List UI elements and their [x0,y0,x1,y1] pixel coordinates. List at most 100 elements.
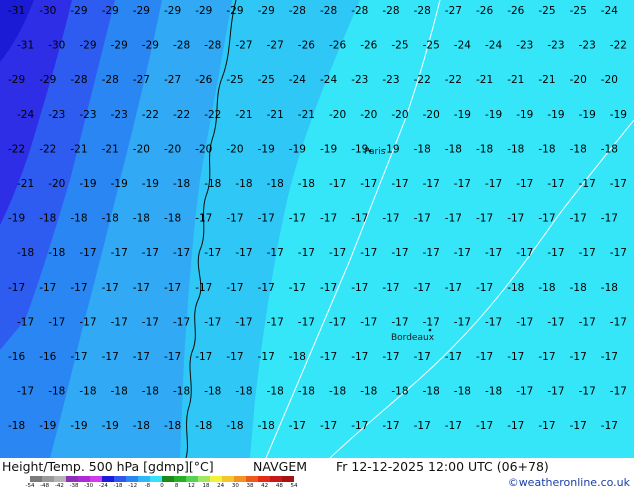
temperature-label: -17 [485,316,502,328]
temperature-label: -20 [195,143,212,155]
temperature-label: -20 [601,74,618,86]
temperature-label: -19 [39,420,56,432]
temperature-label: -31 [8,5,25,17]
temperature-label: -18 [267,386,284,398]
colorbar-tick-label: -38 [69,483,79,489]
temperature-label: -17 [382,351,399,363]
temperature-label: -17 [351,351,368,363]
temperature-label: -29 [79,40,96,52]
temperature-label: -17 [414,351,431,363]
temperature-label: -17 [476,351,493,363]
temperature-label: -18 [173,178,190,190]
temperature-label: -18 [226,420,243,432]
temperature-label: -21 [235,109,252,121]
temperature-label: -29 [111,40,128,52]
colorbar-swatch [174,476,186,482]
temperature-label: -17 [547,316,564,328]
temperature-label: -29 [142,40,159,52]
temperature-label: -17 [507,420,524,432]
temperature-label: -17 [39,282,56,294]
temperature-label: -26 [360,40,377,52]
temperature-label: -17 [289,420,306,432]
temperature-label: -17 [204,247,221,259]
temperature-label: -18 [79,386,96,398]
temperature-label: -21 [267,109,284,121]
colorbar-swatch [210,476,222,482]
temperature-label: -28 [351,5,368,17]
temperature-label: -17 [570,213,587,225]
colorbar-swatch [186,476,198,482]
map-title: Height/Temp. 500 hPa [gdmp][°C] [2,459,214,474]
temperature-label: -20 [226,143,243,155]
temperature-label: -19 [516,109,533,121]
temperature-label: -30 [48,40,65,52]
temperature-label: -17 [485,247,502,259]
colorbar-swatch [90,476,102,482]
temperature-label: -17 [579,316,596,328]
temperature-label: -17 [164,282,181,294]
temperature-label: -26 [476,5,493,17]
colorbar-swatch [30,476,42,482]
colorbar-tick-label: -24 [98,483,108,489]
colorbar-tick-label: -18 [113,483,123,489]
temperature-label: -19 [142,178,159,190]
temperature-label: -17 [70,351,87,363]
temperature-label: -17 [164,351,181,363]
temperature-label: -17 [226,282,243,294]
colorbar-swatch [222,476,234,482]
temperature-label: -25 [423,40,440,52]
temperature-label: -17 [298,316,315,328]
temperature-label: -18 [391,386,408,398]
temperature-label: -21 [17,178,34,190]
temperature-label: -17 [320,351,337,363]
temperature-label: -26 [195,74,212,86]
temperature-label: -17 [507,351,524,363]
temperature-label: -29 [70,5,87,17]
temperature-label: -18 [570,282,587,294]
colorbar-tick-label: 48 [275,483,283,489]
temperature-label: -18 [70,213,87,225]
temperature-label: -28 [173,40,190,52]
temperature-label: -17 [454,178,471,190]
temperature-label: -17 [267,316,284,328]
temperature-label: -25 [226,74,243,86]
colorbar-tick-label: -8 [144,483,151,489]
temperature-label: -20 [391,109,408,121]
temperature-label: -18 [48,247,65,259]
colorbar-swatch [150,476,162,482]
temperature-label: -20 [164,143,181,155]
temperature-label: -18 [111,386,128,398]
temperature-label: -17 [133,282,150,294]
temperature-label: -18 [39,213,56,225]
temperature-label: -23 [547,40,564,52]
colorbar-tick-label: -12 [128,483,138,489]
temperature-label: -17 [445,213,462,225]
temperature-label: -17 [414,282,431,294]
temperature-label: -17 [445,420,462,432]
temperature-label: -18 [133,420,150,432]
temperature-label: -18 [48,386,65,398]
temperature-label: -21 [298,109,315,121]
footer-bar: Height/Temp. 500 hPa [gdmp][°C] NAVGEM F… [0,458,634,490]
temperature-label: -18 [538,282,555,294]
colorbar-tick-label: -54 [25,483,35,489]
colorbar-swatch [54,476,66,482]
temperature-label: -23 [351,74,368,86]
temperature-label: -30 [39,5,56,17]
copyright-link[interactable]: ©weatheronline.co.uk [508,476,630,489]
temperature-label: -19 [454,109,471,121]
temperature-label: -19 [320,143,337,155]
temperature-label: -17 [102,282,119,294]
temperature-label: -20 [329,109,346,121]
temperature-label: -17 [173,316,190,328]
temperature-label: -18 [538,143,555,155]
colorbar-tick-label: -30 [84,483,94,489]
temperature-label: -17 [610,247,627,259]
temperature-label: -17 [258,351,275,363]
temperature-label: -18 [601,143,618,155]
temperature-label: -29 [133,5,150,17]
temperature-label: -21 [102,143,119,155]
temperature-label: -19 [258,143,275,155]
temperature-label: -19 [79,178,96,190]
temperature-label: -19 [289,143,306,155]
